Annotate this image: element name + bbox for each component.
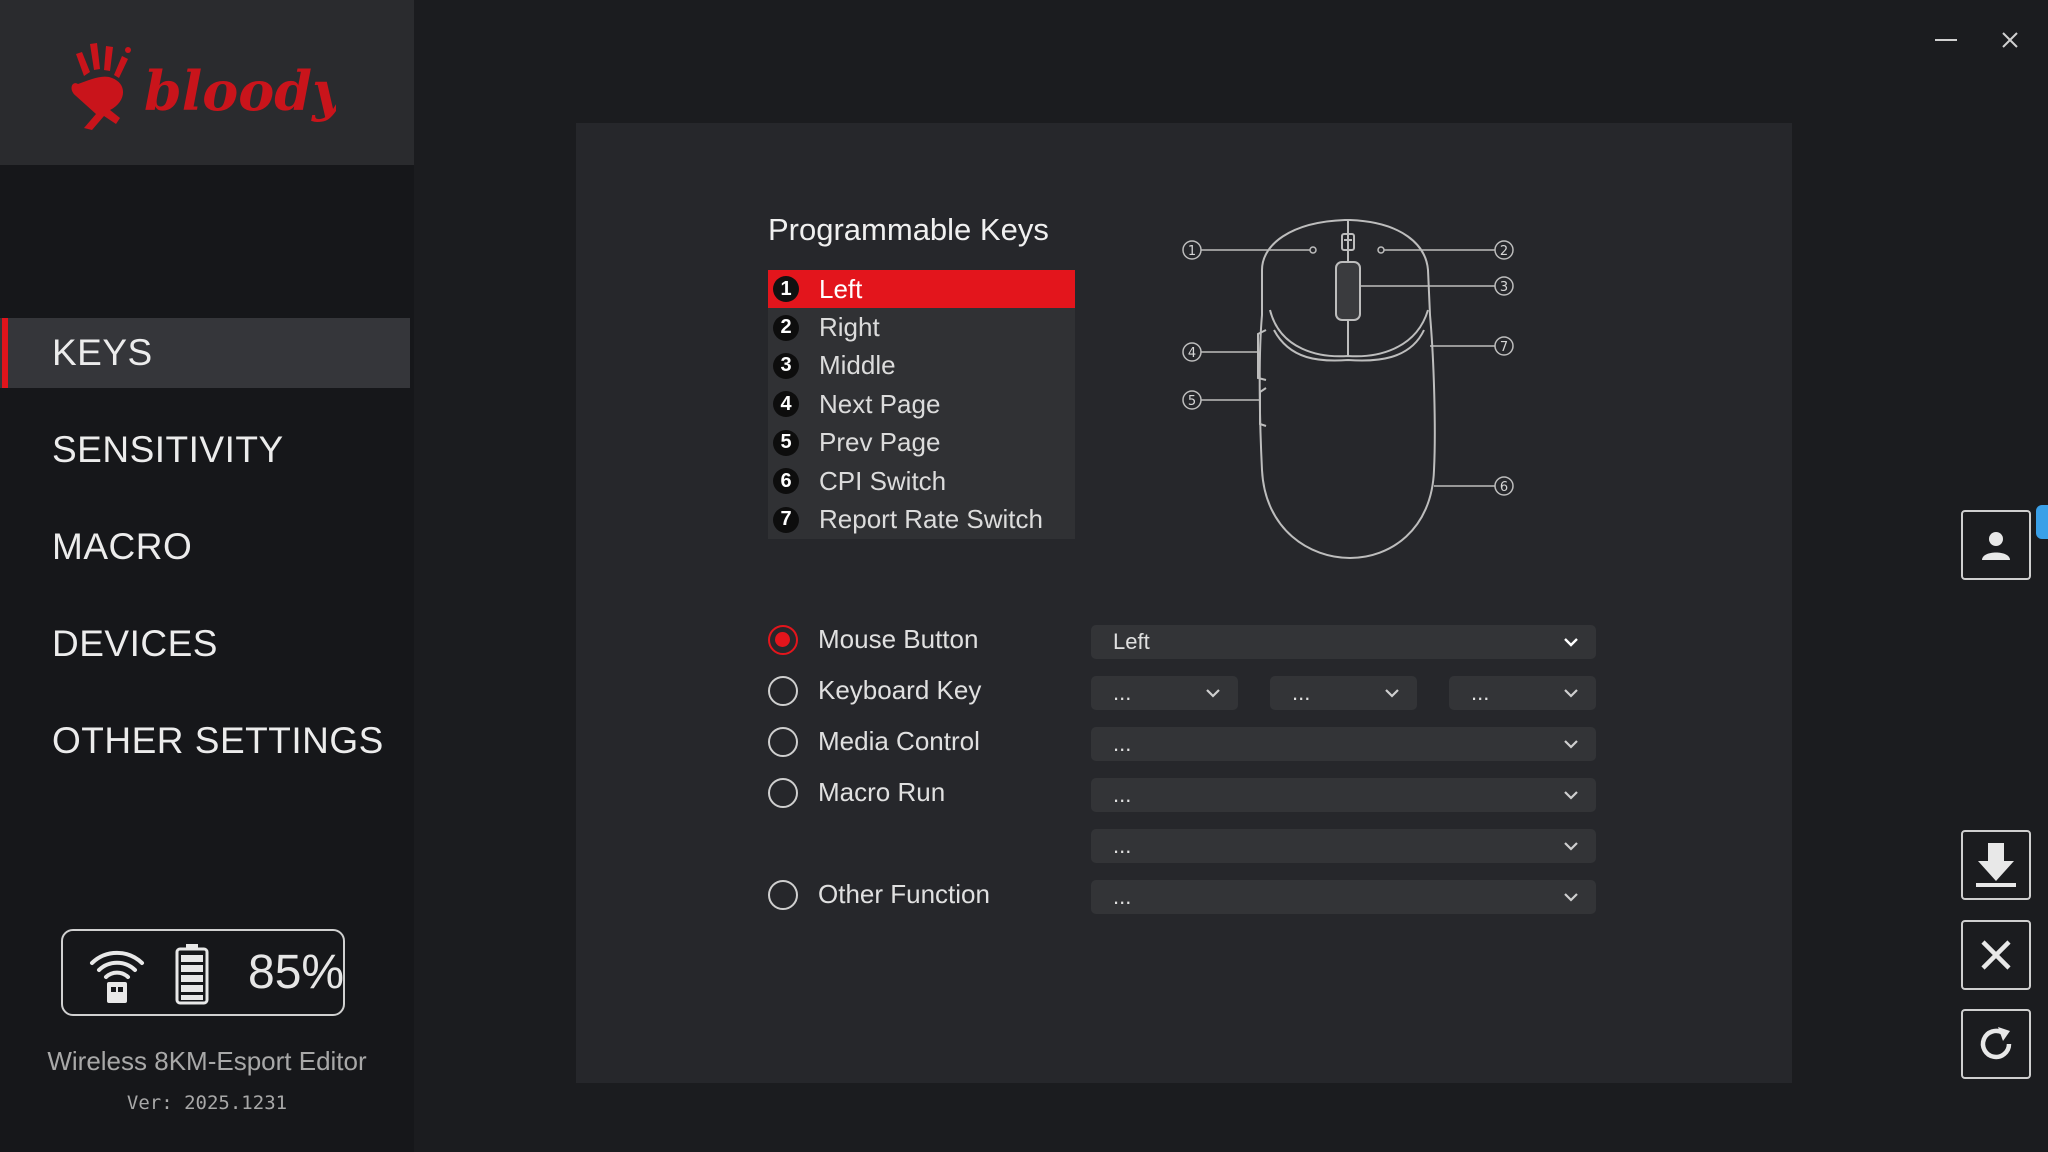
key-number: 2 [773,314,799,341]
chevron-down-icon [1564,638,1578,647]
callout-7: 7 [1500,340,1508,355]
refresh-icon [1980,1027,2012,1060]
option-keyboard-key[interactable]: Keyboard Key [768,675,981,706]
keyboard-key-dropdown-3[interactable]: ... [1449,676,1596,710]
version-label: Ver: 2025.1231 [126,1092,288,1114]
option-label: Media Control [818,726,980,756]
key-item-right[interactable]: 2 Right [768,308,1075,346]
battery-percent: 85% [248,946,345,999]
nav-item-macro[interactable]: MACRO [0,512,410,582]
chevron-down-icon [1385,689,1399,698]
device-status-box: 85% [61,929,345,1016]
key-number: 4 [773,391,799,418]
dropdown-value: ... [1113,680,1132,705]
nav-item-other-settings[interactable]: OTHER SETTINGS [0,706,410,776]
chevron-down-icon [1564,842,1578,851]
dropdown-value: ... [1113,782,1132,807]
other-function-dropdown[interactable]: ... [1091,880,1596,914]
cancel-icon [1981,940,2011,970]
keyboard-key-dropdown-2[interactable]: ... [1270,676,1417,710]
battery-icon [175,944,209,1005]
option-label: Mouse Button [818,624,979,654]
key-label: Right [819,312,880,343]
dropdown-value: ... [1471,680,1490,705]
download-icon [1976,843,2016,887]
option-label: Other Function [818,879,990,909]
minimize-icon [1935,39,1957,41]
key-label: CPI Switch [819,465,947,496]
chevron-down-icon [1564,791,1578,800]
key-item-prev-page[interactable]: 5 Prev Page [768,424,1075,462]
key-item-middle[interactable]: 3 Middle [768,347,1075,385]
macro-run-mode-dropdown[interactable]: ... [1091,829,1596,863]
key-label: Report Rate Switch [819,504,1043,535]
callout-5: 5 [1188,394,1196,409]
profile-button[interactable] [1961,510,2031,580]
logo-area: bloody [0,0,414,165]
close-icon [2002,32,2018,48]
option-mouse-button[interactable]: Mouse Button [768,624,978,655]
device-name: Wireless 8KM-Esport Editor [47,1046,367,1076]
nav-item-sensitivity[interactable]: SENSITIVITY [0,415,410,485]
apply-download-button[interactable] [1961,830,2031,900]
bloody-logo: bloody [71,43,336,130]
keyboard-key-dropdown-1[interactable]: ... [1091,676,1238,710]
key-item-cpi-switch[interactable]: 6 CPI Switch [768,462,1075,500]
callout-6: 6 [1500,480,1508,495]
side-panel-tab[interactable] [2036,505,2048,539]
option-other-function[interactable]: Other Function [768,879,990,910]
key-number: 6 [773,468,799,495]
key-label: Next Page [819,388,941,419]
callout-1: 1 [1188,244,1196,259]
key-number: 7 [773,506,799,533]
mouse-diagram: 1 2 3 4 5 6 7 [1182,219,1514,560]
close-window-button[interactable] [1992,22,2028,58]
media-control-radio[interactable] [768,726,798,757]
cancel-button[interactable] [1961,920,2031,990]
option-macro-run[interactable]: Macro Run [768,777,945,808]
mouse-button-dropdown[interactable]: Left [1091,625,1596,659]
mouse-button-radio[interactable] [768,624,798,655]
macro-run-dropdown[interactable]: ... [1091,778,1596,812]
key-item-left[interactable]: 1 Left [768,270,1075,309]
key-label: Middle [819,350,896,381]
key-item-next-page[interactable]: 4 Next Page [768,385,1075,423]
chevron-down-icon [1564,689,1578,698]
user-profile-icon [1982,532,2010,560]
sidebar: bloody KEYS SENSITIVITY MACRO DEVICES OT… [0,0,414,1152]
dropdown-value: ... [1113,884,1132,909]
macro-run-radio[interactable] [768,777,798,808]
keyboard-key-radio[interactable] [768,675,798,706]
key-label: Left [819,273,863,304]
nav-item-keys[interactable]: KEYS [0,318,410,388]
key-number: 1 [773,276,799,303]
dropdown-value: ... [1113,833,1132,858]
option-media-control[interactable]: Media Control [768,726,980,757]
key-item-report-rate-switch[interactable]: 7 Report Rate Switch [768,500,1075,538]
nav-item-devices[interactable]: DEVICES [0,609,410,679]
dropdown-value: ... [1113,731,1132,756]
callout-2: 2 [1500,244,1508,259]
callout-3: 3 [1500,280,1508,295]
key-number: 5 [773,429,799,456]
chevron-down-icon [1564,740,1578,749]
chevron-down-icon [1206,689,1220,698]
wireless-receiver-icon [90,950,144,1003]
reset-button[interactable] [1961,1009,2031,1079]
dropdown-value: ... [1292,680,1311,705]
option-label: Keyboard Key [818,675,982,705]
key-number: 3 [773,352,799,379]
key-label: Prev Page [819,427,941,458]
option-label: Macro Run [818,777,946,807]
other-function-radio[interactable] [768,879,798,910]
logo-wordmark: bloody [144,59,336,123]
chevron-down-icon [1564,893,1578,902]
media-control-dropdown[interactable]: ... [1091,727,1596,761]
callout-4: 4 [1188,346,1196,361]
minimize-button[interactable] [1928,22,1964,58]
dropdown-value: Left [1113,629,1150,654]
programmable-keys-title: Programmable Keys [768,212,1049,247]
programmable-keys-list: 1 Left 2 Right 3 Middle 4 Next Page 5 Pr… [768,270,1075,539]
main-nav: KEYS SENSITIVITY MACRO DEVICES OTHER SET… [0,318,410,803]
